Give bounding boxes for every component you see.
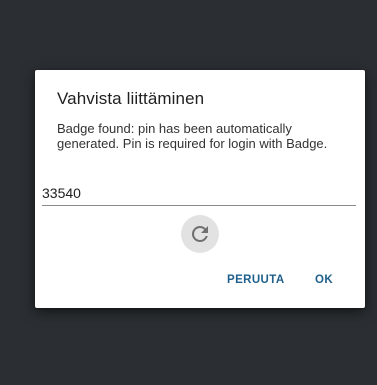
ok-button[interactable]: OK [315,274,333,286]
confirm-link-dialog: Vahvista liittäminen Badge found: pin ha… [35,70,365,308]
dialog-title: Vahvista liittäminen [57,89,205,108]
refresh-icon [191,226,208,242]
refresh-button[interactable] [181,215,219,253]
dialog-message: Badge found: pin has been automatically … [57,121,328,151]
cancel-button[interactable]: PERUUTA [227,274,285,286]
pin-input[interactable]: 33540 [42,183,356,206]
